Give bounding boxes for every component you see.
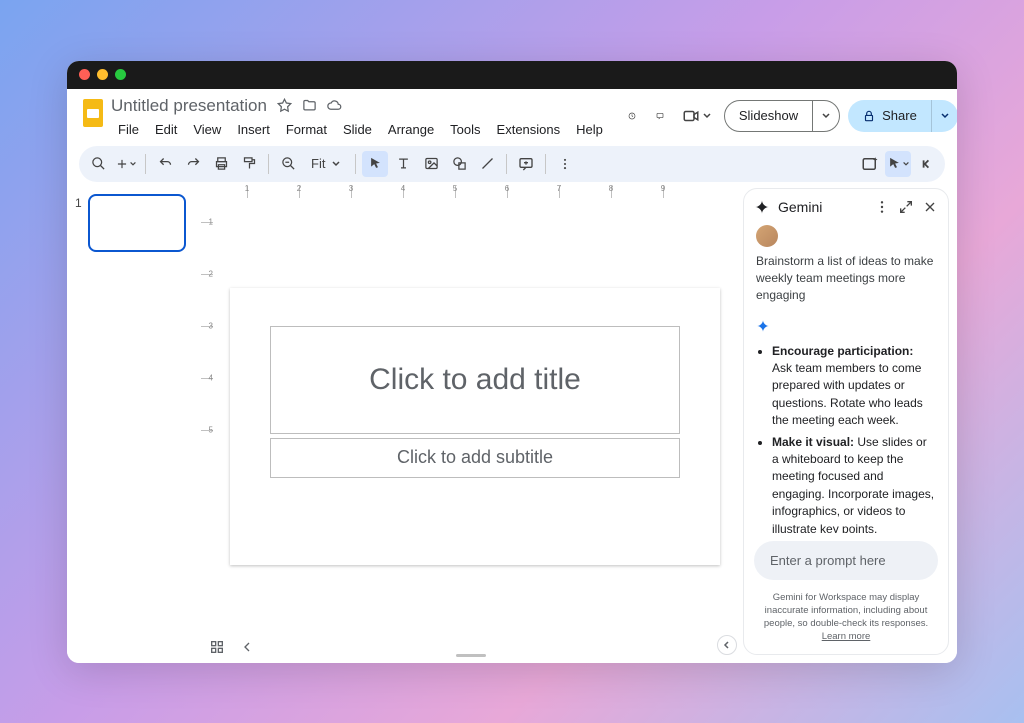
pointer-mode-btn[interactable] bbox=[885, 151, 911, 177]
menu-format[interactable]: Format bbox=[279, 119, 334, 140]
menu-help[interactable]: Help bbox=[569, 119, 610, 140]
share-button[interactable]: Share bbox=[848, 100, 957, 132]
slide-viewport[interactable]: Click to add title Click to add subtitle bbox=[217, 200, 743, 663]
title-placeholder[interactable]: Click to add title bbox=[270, 326, 680, 434]
slides-logo-icon bbox=[81, 95, 105, 131]
move-folder-icon[interactable] bbox=[302, 98, 317, 113]
menu-file[interactable]: File bbox=[111, 119, 146, 140]
toolbar-collapse-btn[interactable] bbox=[913, 151, 939, 177]
share-dropdown[interactable] bbox=[931, 100, 957, 132]
thumbnail-panel: 1 bbox=[67, 182, 199, 663]
slide-thumbnail[interactable] bbox=[88, 194, 186, 252]
slide-canvas[interactable]: Click to add title Click to add subtitle bbox=[230, 288, 720, 565]
gemini-response-list: Encourage participation: Ask team member… bbox=[756, 343, 936, 534]
window-close-dot[interactable] bbox=[79, 69, 90, 80]
overflow-menu[interactable] bbox=[552, 151, 578, 177]
share-label: Share bbox=[882, 108, 917, 123]
print-btn[interactable] bbox=[208, 151, 234, 177]
notes-drag-handle[interactable] bbox=[456, 654, 486, 657]
menu-tools[interactable]: Tools bbox=[443, 119, 487, 140]
gemini-panel: Gemini Brainstorm a list of ideas to mak… bbox=[743, 188, 949, 655]
canvas-area: 12345 123456789 Click to add title Click… bbox=[199, 182, 743, 663]
gemini-user-avatar bbox=[756, 225, 778, 247]
slideshow-dropdown[interactable] bbox=[812, 101, 839, 131]
gemini-response-icon bbox=[756, 319, 936, 333]
undo-btn[interactable] bbox=[152, 151, 178, 177]
gemini-close-icon[interactable] bbox=[922, 199, 938, 215]
new-slide-btn[interactable] bbox=[113, 151, 139, 177]
vertical-ruler: 12345 bbox=[199, 182, 217, 663]
shape-tool[interactable] bbox=[446, 151, 472, 177]
subtitle-placeholder[interactable]: Click to add subtitle bbox=[270, 438, 680, 478]
menubar: File Edit View Insert Format Slide Arran… bbox=[111, 119, 610, 140]
star-icon[interactable] bbox=[277, 98, 292, 113]
menu-extensions[interactable]: Extensions bbox=[490, 119, 568, 140]
menu-edit[interactable]: Edit bbox=[148, 119, 184, 140]
select-tool[interactable] bbox=[362, 151, 388, 177]
textbox-tool[interactable] bbox=[390, 151, 416, 177]
doc-title[interactable]: Untitled presentation bbox=[111, 96, 267, 116]
comments-icon[interactable] bbox=[650, 106, 670, 126]
zoom-level[interactable]: Fit bbox=[303, 151, 349, 177]
gemini-spark-icon bbox=[754, 199, 770, 215]
gemini-title: Gemini bbox=[778, 199, 866, 215]
paint-format-btn[interactable] bbox=[236, 151, 262, 177]
window-max-dot[interactable] bbox=[115, 69, 126, 80]
line-tool[interactable] bbox=[474, 151, 500, 177]
gemini-response-item: Make it visual: Use slides or a whiteboa… bbox=[772, 434, 936, 534]
menu-insert[interactable]: Insert bbox=[230, 119, 277, 140]
gemini-expand-icon[interactable] bbox=[898, 199, 914, 215]
workspace: 1 12345 123456789 Click to add title Cli… bbox=[67, 182, 957, 663]
gemini-collapse-btn[interactable] bbox=[717, 635, 737, 655]
thumb-number: 1 bbox=[75, 194, 82, 210]
app-window: Untitled presentation File Edit View Ins… bbox=[67, 61, 957, 663]
cloud-status-icon[interactable] bbox=[327, 98, 342, 113]
lock-icon bbox=[862, 109, 876, 123]
redo-btn[interactable] bbox=[180, 151, 206, 177]
gemini-more-icon[interactable] bbox=[874, 199, 890, 215]
slideshow-button[interactable]: Slideshow bbox=[724, 100, 840, 132]
gemini-response-item: Encourage participation: Ask team member… bbox=[772, 343, 936, 430]
grid-view-icon[interactable] bbox=[209, 639, 225, 655]
gemini-user-prompt: Brainstorm a list of ideas to make weekl… bbox=[756, 253, 936, 305]
meet-button[interactable] bbox=[678, 105, 716, 127]
menu-arrange[interactable]: Arrange bbox=[381, 119, 441, 140]
slideshow-label[interactable]: Slideshow bbox=[725, 108, 812, 123]
toolbar: Fit bbox=[79, 146, 945, 182]
history-icon[interactable] bbox=[622, 106, 642, 126]
gemini-disclaimer: Gemini for Workspace may display inaccur… bbox=[744, 588, 948, 653]
header-actions: Slideshow Share bbox=[622, 95, 957, 133]
menu-slide[interactable]: Slide bbox=[336, 119, 379, 140]
header: Untitled presentation File Edit View Ins… bbox=[67, 89, 957, 140]
search-btn[interactable] bbox=[85, 151, 111, 177]
gemini-prompt-input[interactable]: Enter a prompt here bbox=[754, 541, 938, 580]
horizontal-ruler: 123456789 bbox=[217, 182, 743, 200]
footer-toolbar bbox=[209, 639, 255, 655]
image-gen-btn[interactable] bbox=[857, 151, 883, 177]
mac-titlebar bbox=[67, 61, 957, 89]
image-tool[interactable] bbox=[418, 151, 444, 177]
comment-tool[interactable] bbox=[513, 151, 539, 177]
learn-more-link[interactable]: Learn more bbox=[822, 631, 871, 642]
menu-view[interactable]: View bbox=[186, 119, 228, 140]
prev-slide-icon[interactable] bbox=[239, 639, 255, 655]
zoom-out-btn[interactable] bbox=[275, 151, 301, 177]
window-min-dot[interactable] bbox=[97, 69, 108, 80]
